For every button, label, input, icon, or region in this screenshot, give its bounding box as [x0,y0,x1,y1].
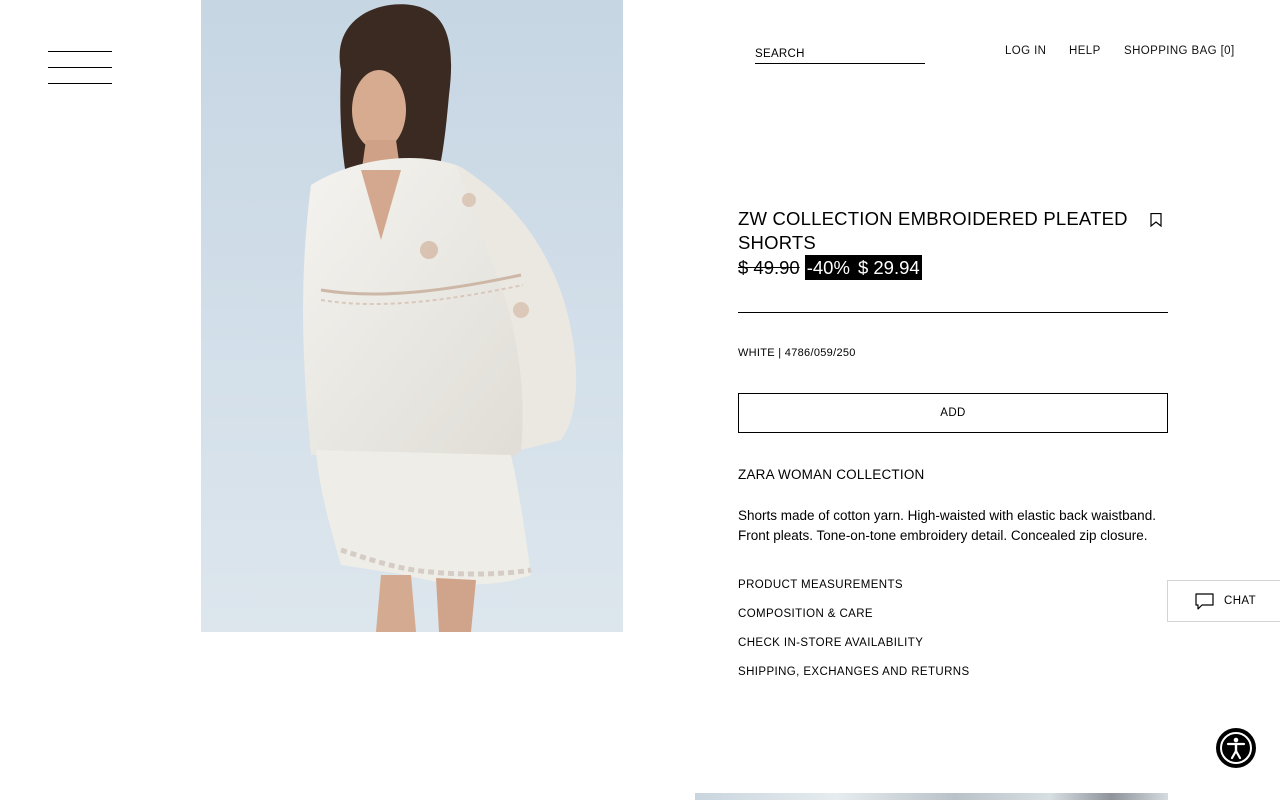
chat-button[interactable]: CHAT [1167,580,1280,622]
shipping-returns-link[interactable]: SHIPPING, EXCHANGES AND RETURNS [738,666,970,678]
collection-label: ZARA WOMAN COLLECTION [738,467,925,482]
composition-care-link[interactable]: COMPOSITION & CARE [738,608,873,620]
help-link[interactable]: HELP [1069,45,1101,57]
product-measurements-link[interactable]: PRODUCT MEASUREMENTS [738,579,903,591]
menu-bar [48,83,112,84]
menu-bar [48,51,112,52]
sale-price: $ 29.94 [857,257,920,278]
divider [738,312,1168,313]
color-reference: WHITE | 4786/059/250 [738,347,856,359]
product-photo[interactable] [201,0,623,632]
product-title: ZW COLLECTION EMBROIDERED PLEATED SHORTS [738,208,1128,253]
chat-label: CHAT [1224,595,1257,607]
secondary-product-photo[interactable] [695,793,1168,800]
shopping-bag-link[interactable]: SHOPPING BAG [0] [1124,45,1235,57]
product-page: LOG IN HELP SHOPPING BAG [0] ZW COLLECTI… [0,0,1280,800]
search-input[interactable] [755,44,925,64]
original-price: $ 49.90 [738,256,800,278]
accessibility-icon[interactable] [1216,728,1256,768]
product-description: Shorts made of cotton yarn. High-waisted… [738,508,1156,543]
login-link[interactable]: LOG IN [1005,45,1046,57]
sale-price-badge: -40% $ 29.94 [804,255,922,280]
price-row: $ 49.90 -40% $ 29.94 [738,255,922,280]
chat-bubble-icon [1195,592,1214,610]
menu-bar [48,67,112,68]
discount-percent: -40% [806,257,850,278]
hamburger-menu-icon[interactable] [48,51,112,85]
bookmark-icon[interactable] [1150,213,1162,227]
store-availability-link[interactable]: CHECK IN-STORE AVAILABILITY [738,637,923,649]
add-to-bag-button[interactable]: ADD [738,393,1168,433]
